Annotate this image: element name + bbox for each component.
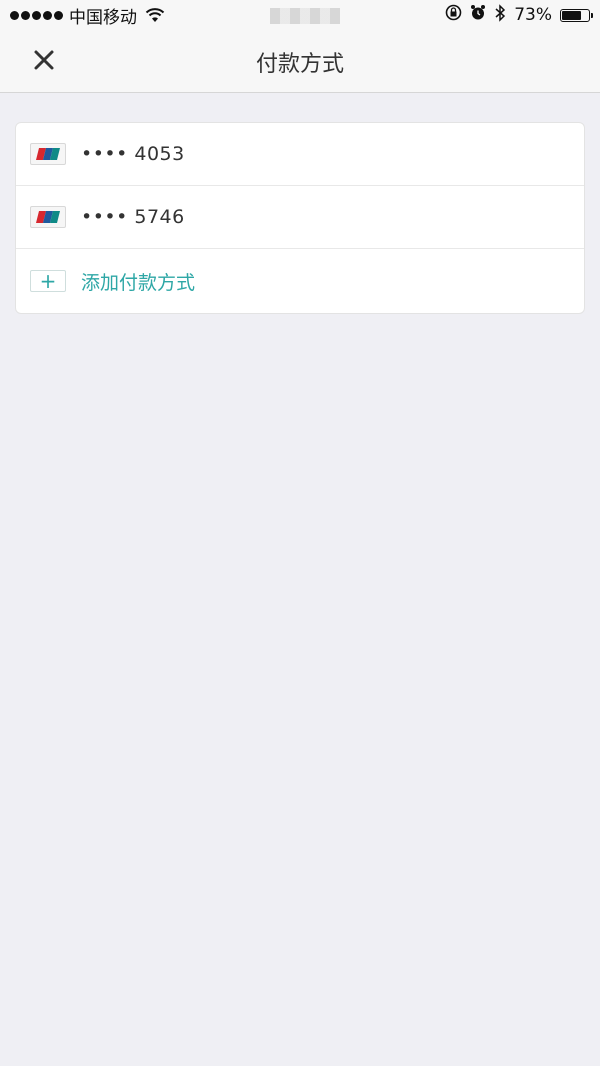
nav-bar: 付款方式 <box>0 30 600 93</box>
rotation-lock-icon <box>445 4 462 26</box>
alarm-icon <box>470 4 486 26</box>
battery-icon <box>560 8 593 22</box>
payment-method-item[interactable]: •••• 5746 <box>16 186 584 249</box>
bluetooth-icon <box>494 3 506 27</box>
battery-percent: 73% <box>514 5 552 25</box>
blurred-time <box>270 8 340 24</box>
signal-strength-icon <box>10 10 63 20</box>
card-masked-number: •••• 5746 <box>81 206 185 228</box>
wifi-icon <box>145 7 165 23</box>
unionpay-card-icon <box>30 206 66 228</box>
status-bar: 中国移动 73% <box>0 0 600 30</box>
card-masked-number: •••• 4053 <box>81 143 185 165</box>
add-payment-method-label: 添加付款方式 <box>81 271 196 294</box>
add-payment-method-button[interactable]: + 添加付款方式 <box>16 249 584 313</box>
payment-method-item[interactable]: •••• 4053 <box>16 123 584 186</box>
carrier-name: 中国移动 <box>69 7 137 28</box>
payment-methods-list: •••• 4053 •••• 5746 + 添加付款方式 <box>15 122 585 314</box>
unionpay-card-icon <box>30 143 66 165</box>
page-title: 付款方式 <box>255 52 344 77</box>
plus-icon: + <box>30 270 66 292</box>
